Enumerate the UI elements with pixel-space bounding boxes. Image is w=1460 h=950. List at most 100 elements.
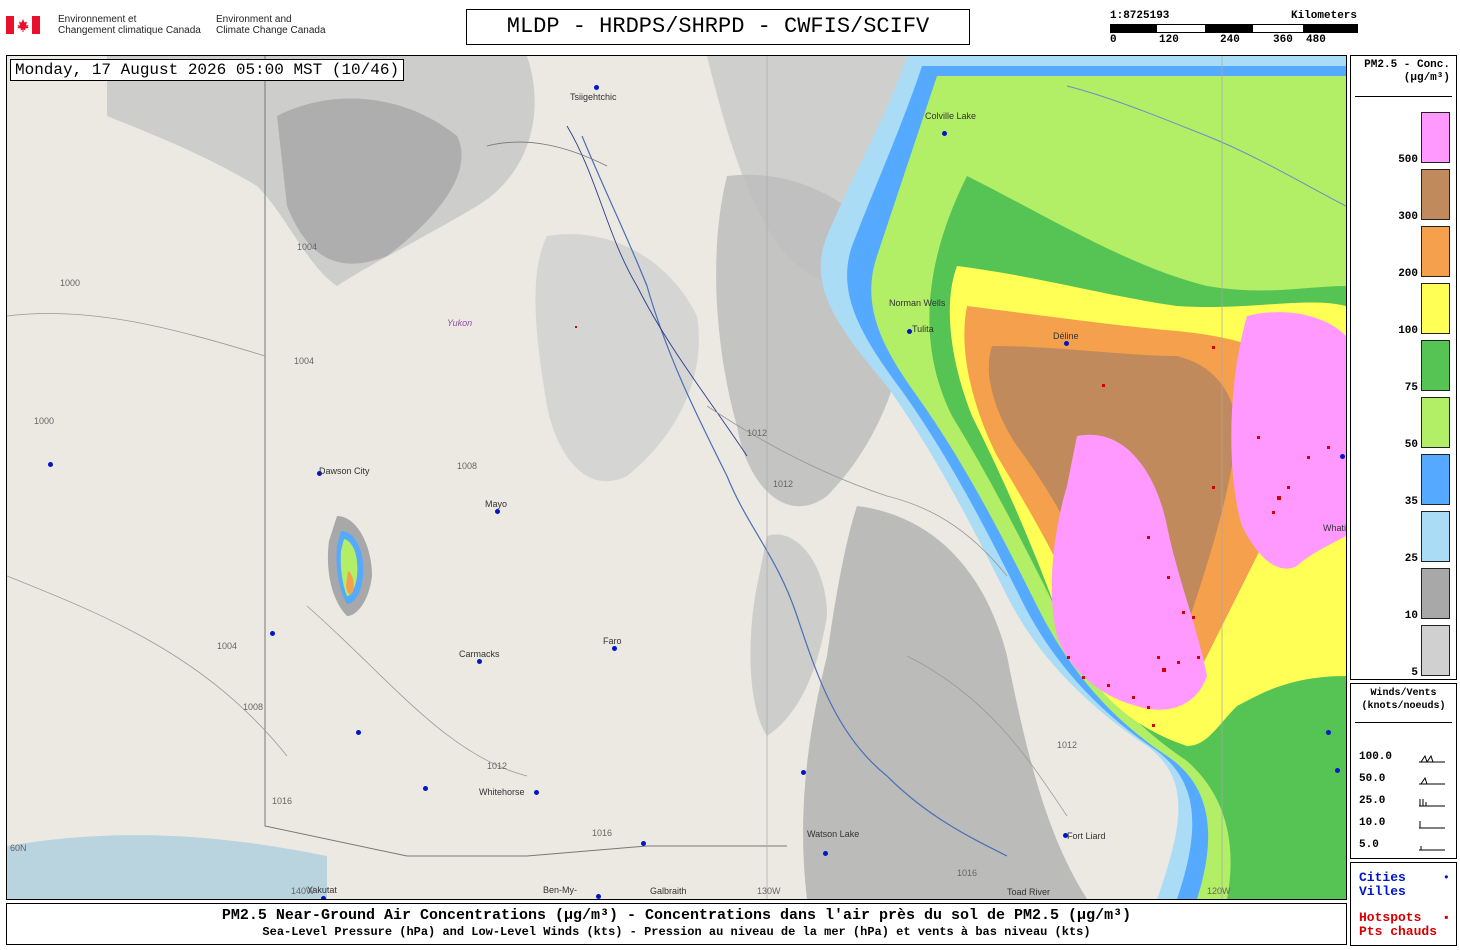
wind-barb-100-icon	[1419, 754, 1445, 763]
city-label: Whati	[1323, 523, 1347, 533]
city-label: Watson Lake	[807, 829, 860, 839]
hotspots-label-en: Hotspots	[1359, 910, 1422, 925]
legend-swatch-35	[1421, 454, 1450, 505]
city-dot-icon: •	[1442, 871, 1450, 885]
concentration-map[interactable]: Monday, 17 August 2026 05:00 MST (10/46)…	[6, 55, 1347, 900]
scale-unit: Kilometers	[1290, 10, 1357, 22]
wind-barb-25-icon	[1419, 799, 1445, 807]
legend-swatch-label: 500	[1398, 154, 1418, 166]
legend-swatch-500	[1421, 112, 1450, 163]
eccc-logo: Environnement et Changement climatique C…	[6, 12, 336, 42]
legend-swatch-label: 5	[1411, 667, 1418, 679]
wind-legend-title-line2: (knots/noeuds)	[1361, 701, 1446, 712]
city-marker	[612, 646, 617, 651]
city-label: Toad River	[1007, 887, 1051, 897]
isobar-label: 1004	[297, 242, 318, 252]
hotspots-label-fr: Pts chauds	[1359, 924, 1438, 939]
city-marker	[477, 659, 482, 664]
meridian-label: 130W	[757, 886, 781, 896]
wind-speed-label: 10.0	[1359, 817, 1386, 829]
city-label: Dawson City	[319, 466, 370, 476]
legend-swatch-300	[1421, 169, 1450, 220]
scale-tick: 240	[1220, 34, 1240, 46]
city-marker	[594, 85, 599, 90]
wind-speed-label: 50.0	[1359, 773, 1386, 785]
wind-speed-label: 5.0	[1359, 839, 1379, 851]
city-label: Faro	[603, 636, 622, 646]
forecast-timestamp: Monday, 17 August 2026 05:00 MST (10/46)	[10, 59, 405, 81]
city-marker	[1064, 341, 1069, 346]
isobar-label: 1012	[773, 479, 794, 489]
city-label: Norman Wells	[889, 298, 946, 308]
wind-barb-50-icon	[1419, 776, 1445, 785]
wind-legend-title: Winds/Vents (knots/noeuds)	[1351, 687, 1456, 713]
hotspot-square-icon: ▪	[1442, 911, 1450, 925]
legend-swatch-200	[1421, 226, 1450, 277]
isobar-label: 1008	[457, 461, 478, 471]
legend-swatch-10	[1421, 568, 1450, 619]
city-label: Mayo	[485, 499, 508, 509]
legend-swatch-label: 200	[1398, 268, 1418, 280]
points-legend: Cities Villes • Hotspots Pts chauds ▪	[1350, 862, 1457, 946]
wind-speed-label: 25.0	[1359, 795, 1386, 807]
wind-barb-10-icon	[1419, 821, 1445, 829]
legend-swatch-label: 300	[1398, 211, 1418, 223]
city-label: Déline	[1053, 331, 1079, 341]
product-title: MLDP - HRDPS/SHRPD - CWFIS/SCIFV	[466, 9, 970, 45]
parallel-label: 60N	[10, 843, 27, 853]
scale-tick: 0	[1110, 34, 1117, 46]
city-marker	[270, 631, 275, 636]
legend-swatch-label: 75	[1404, 382, 1418, 394]
isobar-label: 1016	[272, 796, 293, 806]
legend-swatch-label: 25	[1404, 553, 1418, 565]
city-marker	[1335, 768, 1340, 773]
pm25-legend-title: PM2.5 - Conc. (µg/m³)	[1351, 59, 1456, 85]
footer-main-title: PM2.5 Near-Ground Air Concentrations (µg…	[221, 907, 1132, 924]
legend-swatch-label: 100	[1398, 325, 1418, 337]
isobar-label: 1000	[60, 278, 81, 288]
scale-tick: 120	[1159, 34, 1179, 46]
city-marker	[823, 851, 828, 856]
isobar-label: 1012	[1057, 740, 1078, 750]
scale-ratio: 1:8725193	[1110, 10, 1170, 22]
wind-legend: Winds/Vents (knots/noeuds) 100.0 50.0 25…	[1350, 683, 1457, 859]
footer-subtitle: Sea-Level Pressure (hPa) and Low-Level W…	[262, 925, 1091, 939]
agency-name-english: Environment and Climate Change Canada	[216, 14, 326, 36]
map-graphic	[7, 56, 1346, 899]
wind-barb-5-icon	[1419, 846, 1445, 851]
isobar-label: 1012	[487, 761, 508, 771]
legend-swatch-label: 35	[1404, 496, 1418, 508]
city-label: Tsiigehtchic	[570, 92, 617, 102]
city-marker	[356, 730, 361, 735]
isobar-label: 1004	[294, 356, 315, 366]
isobar-label: 1016	[592, 828, 613, 838]
city-marker	[534, 790, 539, 795]
isobar-label: 1012	[747, 428, 768, 438]
legend-swatch-label: 50	[1404, 439, 1418, 451]
scale-bar-graphic	[1110, 24, 1358, 33]
isobar-label: 1000	[34, 416, 55, 426]
city-marker	[641, 841, 646, 846]
agency-name-french: Environnement et Changement climatique C…	[58, 14, 201, 36]
canada-flag-icon	[6, 16, 40, 34]
wind-speed-label: 100.0	[1359, 751, 1393, 763]
city-marker	[321, 896, 326, 899]
city-label: Tulita	[912, 324, 934, 334]
meridian-label: 140W	[291, 886, 315, 896]
city-marker	[423, 786, 428, 791]
city-label: Galbraith	[650, 886, 687, 896]
legend-swatch-50	[1421, 397, 1450, 448]
footer-caption: PM2.5 Near-Ground Air Concentrations (µg…	[6, 903, 1347, 945]
city-marker	[1340, 454, 1345, 459]
meridian-label: 120W	[1207, 886, 1231, 896]
scale-tick: 360	[1273, 34, 1293, 46]
city-label: Carmacks	[459, 649, 500, 659]
cities-label-en: Cities	[1359, 870, 1406, 885]
city-marker	[596, 894, 601, 899]
scale-bar: 1:8725193 Kilometers 0 120 240 360 480	[1110, 10, 1360, 50]
city-marker	[942, 131, 947, 136]
isobar-label: 1004	[217, 641, 238, 651]
city-marker	[1326, 730, 1331, 735]
pm25-legend-title-line1: PM2.5 - Conc.	[1364, 59, 1450, 71]
cities-label-fr: Villes	[1359, 884, 1406, 899]
